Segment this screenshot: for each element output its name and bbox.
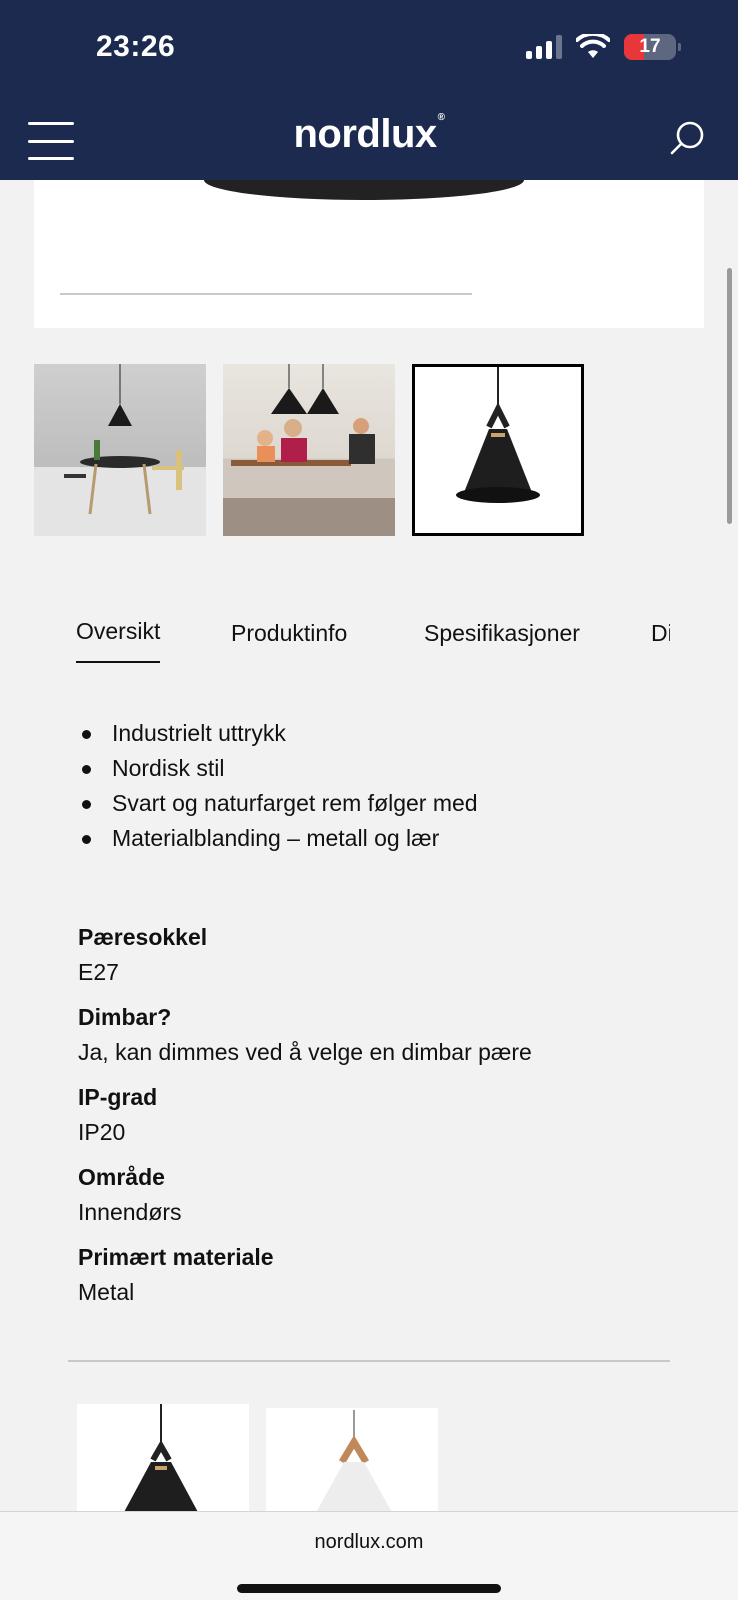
- spec-item: Område Innendørs: [78, 1160, 532, 1230]
- carousel-progress-bar: [60, 293, 472, 295]
- brand-logo[interactable]: nordlux®: [0, 112, 738, 157]
- cellular-signal-icon: [526, 35, 562, 59]
- app-header: 23:26 17 nordlux®: [0, 0, 738, 180]
- spec-label: Primært materiale: [78, 1244, 274, 1270]
- status-time: 23:26: [96, 30, 176, 63]
- spec-item: Pæresokkel E27: [78, 920, 532, 990]
- spec-list: Pæresokkel E27 Dimbar? Ja, kan dimmes ve…: [78, 920, 532, 1320]
- section-divider: [68, 1360, 670, 1362]
- status-icons: 17: [526, 34, 681, 60]
- spec-label: Pæresokkel: [78, 924, 208, 950]
- search-icon[interactable]: [668, 118, 708, 158]
- list-item: Materialblanding – metall og lær: [82, 821, 478, 856]
- tab-oversikt[interactable]: Oversikt: [76, 618, 161, 663]
- thumbnail-room-table[interactable]: [34, 364, 206, 536]
- lamp-shade-rim: [204, 180, 524, 200]
- url-field[interactable]: nordlux.com: [0, 1531, 738, 1554]
- brand-name: nordlux: [293, 112, 437, 156]
- spec-value: Innendørs: [78, 1199, 182, 1225]
- tab-spesifikasjoner[interactable]: Spesifikasjoner: [424, 620, 580, 647]
- list-item: Svart og naturfarget rem følger med: [82, 786, 478, 821]
- spec-value: Metal: [78, 1279, 135, 1305]
- spec-item: Primært materiale Metal: [78, 1240, 532, 1310]
- spec-label: Dimbar?: [78, 1004, 172, 1030]
- wifi-icon: [576, 34, 610, 58]
- spec-item: Dimbar? Ja, kan dimmes ved å velge en di…: [78, 1000, 532, 1070]
- tab-more[interactable]: Di: [651, 620, 670, 647]
- battery-level: 17: [639, 36, 661, 57]
- product-tabs: Oversikt Produktinfo Spesifikasjoner Di: [76, 614, 670, 670]
- thumbnail-lamp-product[interactable]: [412, 364, 584, 536]
- feature-list: Industrielt uttrykk Nordisk stil Svart o…: [82, 716, 478, 856]
- spec-item: IP-grad IP20: [78, 1080, 532, 1150]
- spec-label: IP-grad: [78, 1084, 158, 1110]
- list-item: Industrielt uttrykk: [82, 716, 478, 751]
- spec-value: Ja, kan dimmes ved å velge en dimbar pær…: [78, 1039, 532, 1065]
- product-main-image[interactable]: [34, 180, 704, 328]
- spec-label: Område: [78, 1164, 165, 1190]
- scrollbar[interactable]: [727, 268, 732, 524]
- variant-black[interactable]: [77, 1404, 249, 1514]
- tab-produktinfo[interactable]: Produktinfo: [231, 620, 347, 647]
- spec-value: IP20: [78, 1119, 126, 1145]
- spec-value: E27: [78, 959, 119, 985]
- variant-white[interactable]: [266, 1408, 438, 1518]
- browser-bar: nordlux.com: [0, 1511, 738, 1600]
- thumbnail-family-dining[interactable]: [223, 364, 395, 536]
- brand-mark: ®: [437, 112, 445, 123]
- list-item: Nordisk stil: [82, 751, 478, 786]
- battery-icon: 17: [624, 34, 681, 60]
- home-indicator[interactable]: [237, 1584, 501, 1593]
